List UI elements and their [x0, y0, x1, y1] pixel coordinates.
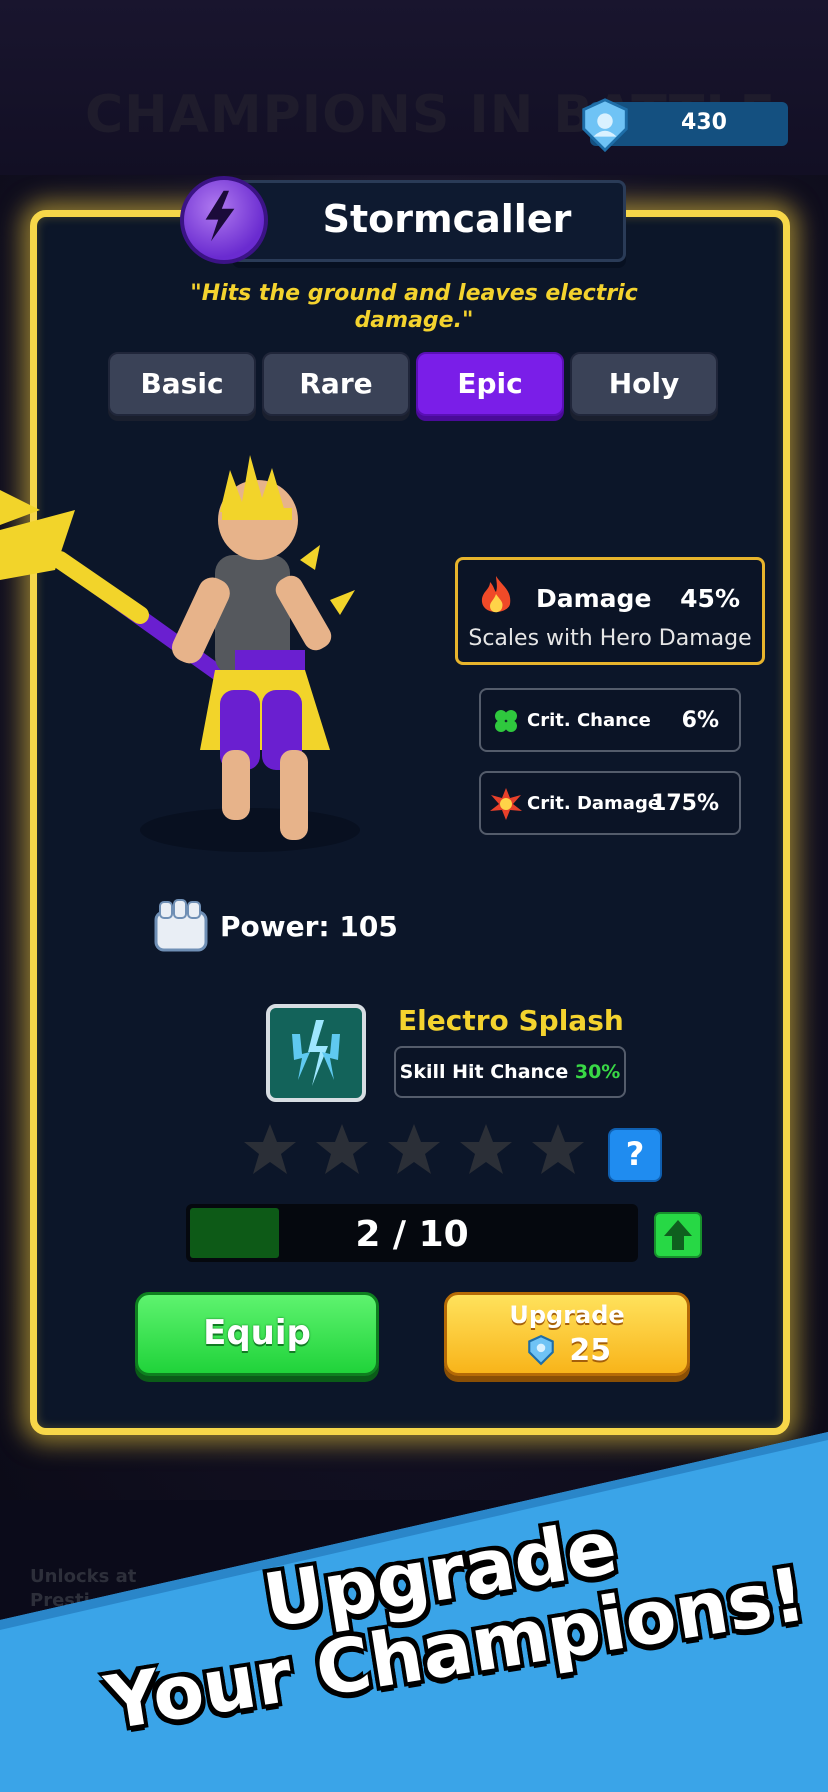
star-rating — [240, 1120, 600, 1180]
rarity-tabs: Basic Rare Epic Holy — [108, 352, 720, 418]
champion-name: Stormcaller — [322, 197, 572, 241]
explosion-icon — [490, 788, 522, 820]
tab-holy[interactable]: Holy — [570, 352, 718, 416]
damage-note: Scales with Hero Damage — [468, 626, 752, 651]
flame-icon — [481, 576, 511, 613]
crit-chance-value: 6% — [681, 708, 719, 733]
upgrade-progress-bar: 2 / 10 — [186, 1204, 638, 1262]
level-up-arrow-button[interactable] — [654, 1212, 702, 1258]
arrow-up-icon — [664, 1220, 692, 1250]
skill-icon-button[interactable] — [266, 1004, 366, 1102]
crit-damage-label: Crit. Damage — [527, 793, 661, 814]
damage-stat: Damage 45% Scales with Hero Damage — [455, 557, 765, 665]
crit-damage-stat: Crit. Damage 175% — [479, 771, 741, 835]
star-empty-icon — [460, 1124, 512, 1174]
progress-text: 2 / 10 — [355, 1214, 469, 1255]
skill-chance-label: Skill Hit Chance — [399, 1061, 569, 1083]
skill-name: Electro Splash — [398, 1004, 624, 1037]
upgrade-label: Upgrade — [509, 1301, 625, 1329]
currency-counter[interactable]: 430 — [582, 98, 788, 153]
damage-value: 45% — [680, 584, 740, 613]
star-empty-icon — [532, 1124, 584, 1174]
electric-splash-icon — [292, 1020, 340, 1086]
crit-chance-stat: Crit. Chance 6% — [479, 688, 741, 752]
help-button[interactable]: ? — [608, 1128, 662, 1182]
upgrade-cost: 25 — [447, 1333, 687, 1368]
equip-button[interactable]: Equip — [135, 1292, 379, 1376]
lightning-bolt-icon — [180, 176, 268, 264]
fist-icon — [154, 899, 208, 952]
star-empty-icon — [244, 1124, 296, 1174]
crit-chance-label: Crit. Chance — [527, 710, 651, 731]
tab-rare[interactable]: Rare — [262, 352, 410, 416]
skill-chance-value: 30% — [574, 1061, 621, 1083]
champion-quote: "Hits the ground and leaves electric dam… — [190, 281, 638, 333]
currency-value: 430 — [681, 110, 727, 135]
skill-hit-chance: Skill Hit Chance 30% — [394, 1046, 626, 1098]
champion-figure — [0, 455, 360, 852]
power-label: Power: 105 — [220, 910, 398, 943]
clover-icon — [495, 710, 517, 732]
champion-name-plate: Stormcaller — [232, 180, 626, 262]
tab-epic[interactable]: Epic — [416, 352, 564, 416]
crit-damage-value: 175% — [651, 791, 719, 816]
upgrade-button[interactable]: Upgrade 25 — [444, 1292, 690, 1376]
tab-basic[interactable]: Basic — [108, 352, 256, 416]
shield-gem-icon — [528, 1334, 554, 1366]
star-empty-icon — [388, 1124, 440, 1174]
damage-label: Damage — [536, 584, 652, 613]
star-empty-icon — [316, 1124, 368, 1174]
upgrade-cost-value: 25 — [569, 1333, 612, 1368]
